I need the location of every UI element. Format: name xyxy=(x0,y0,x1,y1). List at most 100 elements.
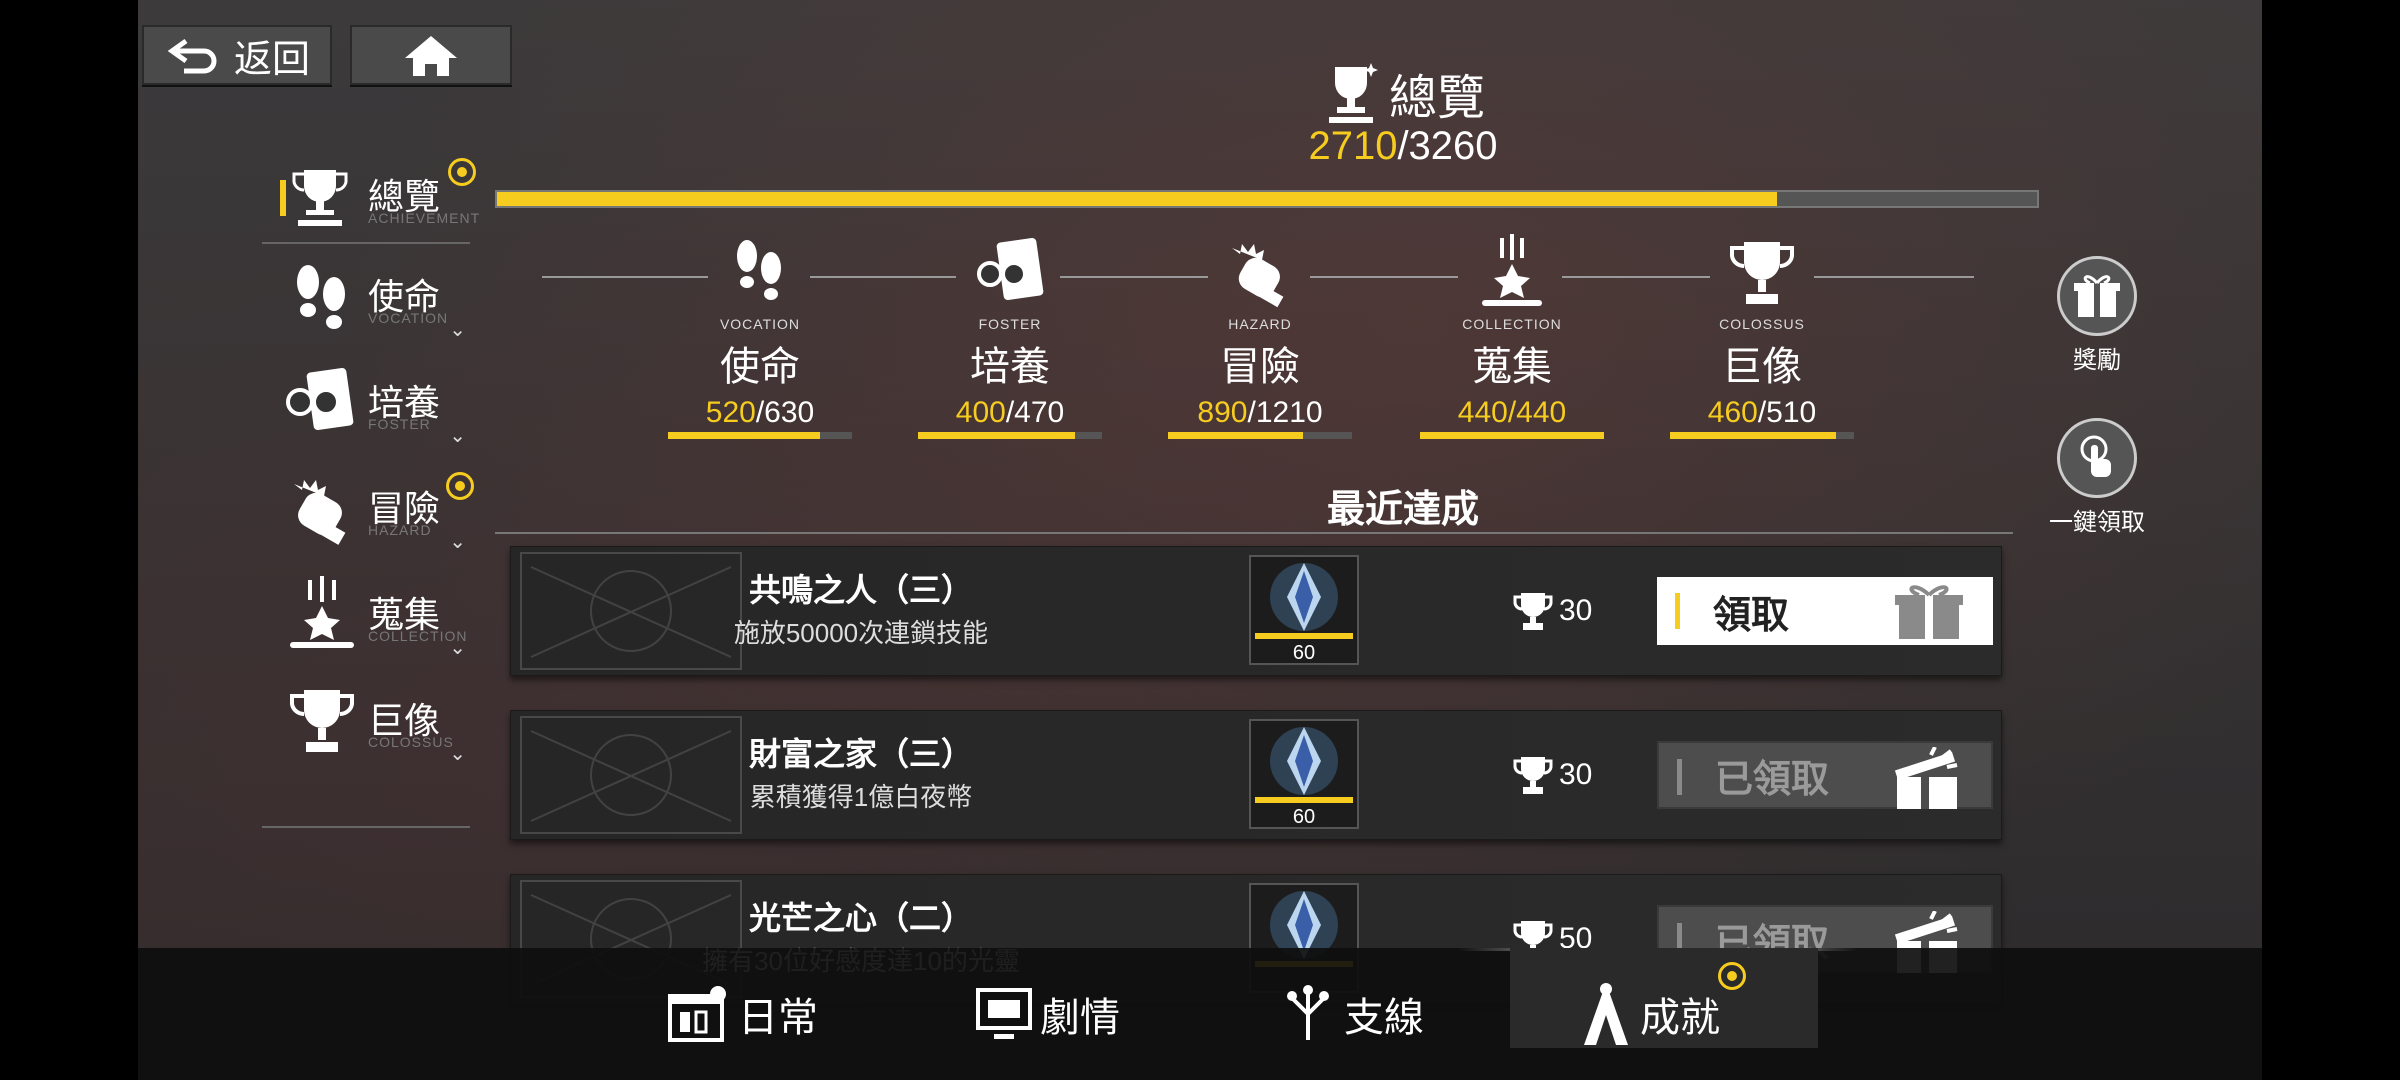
fist-icon xyxy=(1232,244,1284,308)
recent-title: 最近達成 xyxy=(1326,489,1479,531)
achievement-desc: 累積獲得1億白夜幣 xyxy=(749,782,973,812)
divider xyxy=(495,532,2013,534)
category-progress-bar xyxy=(918,432,1102,439)
achievement-row: 共鳴之人（三） 施放50000次連鎖技能 60 30 領取 xyxy=(510,546,2002,676)
achievement-name: 財富之家（三） xyxy=(748,736,973,772)
claim-all-button[interactable]: 一鍵領取 xyxy=(2042,418,2152,537)
sidebar-item-sub: VOCATION xyxy=(368,310,449,326)
category-vocation[interactable]: VOCATION 使命 520/630 xyxy=(660,234,860,439)
category-collection[interactable]: COLLECTION 蒐集 440/440 xyxy=(1412,234,1612,439)
sidebar-item-sub: ACHIEVEMENT xyxy=(368,210,481,226)
sidebar-item-collection[interactable]: 蒐集 COLLECTION ⌄ xyxy=(272,576,472,659)
category-score: 460/510 xyxy=(1707,396,1817,429)
achievement-points: 30 xyxy=(1511,753,1592,797)
category-progress-bar xyxy=(1670,432,1854,439)
claim-button-label: 領取 xyxy=(1713,594,1790,637)
divider xyxy=(262,826,470,828)
back-button[interactable]: 返回 xyxy=(142,25,332,85)
button-accent-bar xyxy=(1675,593,1680,629)
category-progress-fill xyxy=(1168,432,1304,439)
tab-daily[interactable]: 日常 xyxy=(666,966,818,1062)
claimed-button: 已領取 xyxy=(1657,741,1993,809)
category-progress-fill xyxy=(668,432,820,439)
category-progress-fill xyxy=(918,432,1075,439)
sidebar-item-colossus[interactable]: 巨像 COLOSSUS ⌄ xyxy=(272,682,472,765)
category-en-label: VOCATION xyxy=(719,316,801,332)
collection-icon xyxy=(290,576,354,648)
reward-item[interactable]: 60 xyxy=(1249,555,1359,665)
achievement-desc: 施放50000次連鎖技能 xyxy=(733,618,989,648)
trophy-icon xyxy=(1513,593,1553,630)
sidebar-item-sub: COLOSSUS xyxy=(368,734,454,750)
category-score: 440/440 xyxy=(1457,396,1567,429)
chevron-down-icon: ⌄ xyxy=(449,637,466,659)
total-progress-bar xyxy=(495,190,2039,208)
sidebar-item-hazard[interactable]: 冒險 HAZARD ⌄ xyxy=(272,470,472,553)
gift-icon xyxy=(1895,585,1963,639)
category-progress-bar xyxy=(668,432,852,439)
category-label: 巨像 xyxy=(1722,345,1802,389)
category-hazard[interactable]: HAZARD 冒險 890/1210 xyxy=(1160,234,1360,439)
category-colossus[interactable]: COLOSSUS 巨像 460/510 xyxy=(1662,234,1862,439)
bottom-nav: 日常 劇情 支線 成就 xyxy=(138,948,2262,1080)
category-en-label: COLOSSUS xyxy=(1719,316,1805,332)
chevron-down-icon: ⌄ xyxy=(449,531,466,553)
category-score: 400/470 xyxy=(955,396,1065,429)
chevron-down-icon: ⌄ xyxy=(449,743,466,765)
achievement-points: 30 xyxy=(1511,589,1592,633)
gift-open-icon xyxy=(1894,747,1958,809)
claim-button[interactable]: 領取 xyxy=(1657,577,1993,645)
rarity-stripe xyxy=(1255,797,1353,803)
category-label: 使命 xyxy=(720,345,800,389)
category-label: 培養 xyxy=(970,345,1050,389)
crystal-icon xyxy=(1270,563,1338,631)
crystal-icon xyxy=(1270,727,1338,795)
claim-all-label: 一鍵領取 xyxy=(2049,509,2145,536)
trophy-icon xyxy=(1513,757,1553,794)
rewards-label: 獎勵 xyxy=(2073,347,2121,374)
sidebar-item-foster[interactable]: 培養 FOSTER ⌄ xyxy=(272,364,472,447)
total-progress-fill xyxy=(497,192,1777,206)
category-score: 520/630 xyxy=(705,396,815,429)
tab-story[interactable]: 劇情 xyxy=(974,966,1120,1062)
glasses-card-icon xyxy=(286,368,354,430)
calendar-icon xyxy=(668,986,726,1042)
category-en-label: HAZARD xyxy=(1228,316,1292,332)
trophy-icon xyxy=(292,170,348,226)
category-progress-fill xyxy=(1420,432,1604,439)
achievement-screen: 返回 總覽 2710/3260 總覽 ACHIEVEMENT 使命 VOCATI… xyxy=(138,0,2262,1080)
achievement-row: 財富之家（三） 累積獲得1億白夜幣 60 30 已領取 xyxy=(510,710,2002,840)
tab-achievement[interactable]: 成就 xyxy=(1578,966,1720,1062)
collection-icon xyxy=(1482,234,1542,306)
trophy-icon xyxy=(1730,242,1794,304)
sidebar-item-sub: HAZARD xyxy=(368,522,432,538)
divider xyxy=(262,242,470,244)
category-progress-bar xyxy=(1168,432,1352,439)
home-icon xyxy=(405,36,457,76)
rarity-stripe xyxy=(1255,633,1353,639)
notification-dot xyxy=(446,472,474,500)
total-score: 2710/3260 xyxy=(1308,124,1498,168)
trophy-icon xyxy=(290,690,354,752)
footprints-icon xyxy=(737,240,781,300)
fist-icon xyxy=(294,480,346,545)
footprints-icon xyxy=(297,265,345,329)
achievement-name: 光芒之心（二） xyxy=(748,900,973,936)
sidebar-item-sub: FOSTER xyxy=(368,416,431,432)
sidebar-item-overview[interactable]: 總覽 ACHIEVEMENT xyxy=(272,158,479,238)
reward-item[interactable]: 60 xyxy=(1249,719,1359,829)
category-en-label: FOSTER xyxy=(978,316,1042,332)
category-progress-fill xyxy=(1670,432,1836,439)
sidebar-item-vocation[interactable]: 使命 VOCATION ⌄ xyxy=(272,258,472,341)
category-en-label: COLLECTION xyxy=(1462,316,1562,332)
category-foster[interactable]: FOSTER 培養 400/470 xyxy=(910,234,1110,439)
tab-side-story[interactable]: 支線 xyxy=(1278,966,1424,1062)
category-label: 冒險 xyxy=(1220,345,1300,389)
monitor-icon xyxy=(976,988,1032,1039)
rewards-button[interactable]: 獎勵 xyxy=(2042,256,2152,375)
category-progress-bar xyxy=(1420,432,1604,439)
chevron-down-icon: ⌄ xyxy=(449,425,466,447)
branch-icon xyxy=(1287,985,1329,1040)
notification-dot xyxy=(448,158,476,186)
home-button[interactable] xyxy=(350,25,512,85)
